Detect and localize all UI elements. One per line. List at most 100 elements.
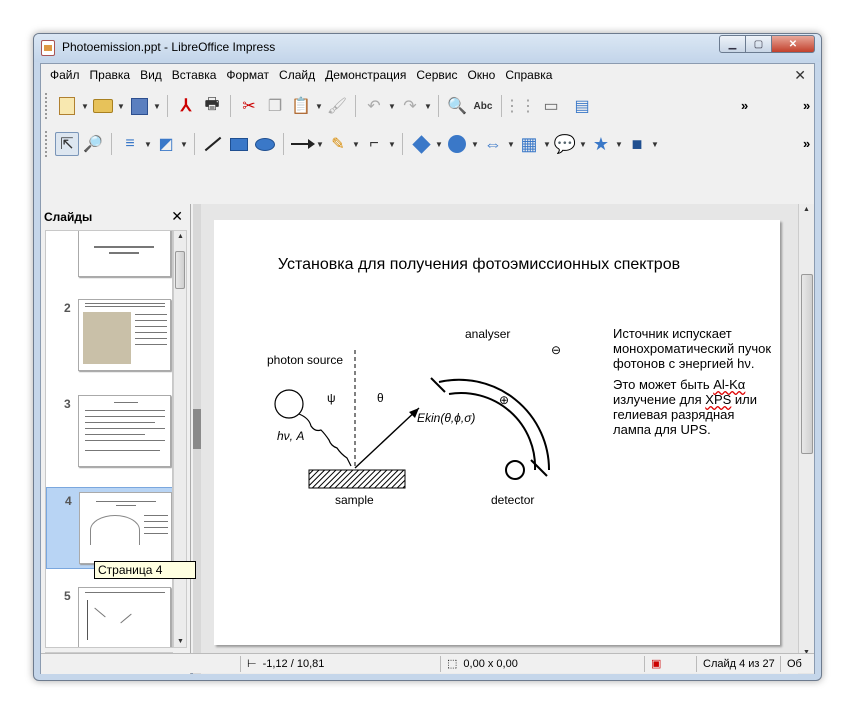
connector-button[interactable]: ⌐ — [362, 132, 386, 156]
scroll-thumb[interactable] — [175, 251, 185, 289]
undo-dropdown-icon[interactable]: ▼ — [387, 102, 397, 111]
close-document-icon[interactable]: ✕ — [794, 67, 806, 84]
slide-canvas[interactable]: Установка для получения фотоэмиссионных … — [214, 220, 780, 645]
slides-list[interactable]: 2 3 4 5 — [45, 230, 173, 648]
fill-color-dropdown-icon[interactable]: ▼ — [179, 140, 189, 149]
save-button[interactable] — [127, 94, 151, 118]
menu-window[interactable]: Окно — [462, 68, 500, 82]
line-color-button[interactable]: ≡ — [118, 132, 142, 156]
menu-format[interactable]: Формат — [221, 68, 274, 82]
display-views-button[interactable]: ▭ — [534, 94, 568, 118]
ellipse-button[interactable] — [253, 132, 277, 156]
symbol-shapes-dropdown-icon[interactable]: ▼ — [470, 140, 480, 149]
toolbar-grip[interactable] — [45, 93, 48, 119]
arrow-button[interactable] — [290, 132, 315, 156]
line-color-dropdown-icon[interactable]: ▼ — [143, 140, 153, 149]
slides-panel-close-icon[interactable]: ✕ — [171, 208, 183, 225]
open-dropdown-icon[interactable]: ▼ — [116, 102, 126, 111]
menu-help[interactable]: Справка — [500, 68, 557, 82]
maximize-button[interactable]: ▢ — [745, 35, 772, 53]
toolbar-grip[interactable] — [45, 131, 48, 157]
slide-button[interactable]: ▤ — [570, 94, 594, 118]
3d-objects-button[interactable]: ■ — [625, 132, 649, 156]
slide-title[interactable]: Установка для получения фотоэмиссионных … — [244, 254, 714, 276]
paste-dropdown-icon[interactable]: ▼ — [314, 102, 324, 111]
freeform-dropdown-icon[interactable]: ▼ — [351, 140, 361, 149]
slide-thumbnail-3[interactable]: 3 — [46, 391, 172, 475]
toolbar1-more-icon[interactable]: » — [741, 98, 748, 113]
flowchart-button[interactable]: ▦ — [517, 132, 541, 156]
slides-vertical-scrollbar[interactable]: ▲ ▼ — [173, 230, 187, 648]
minimize-icon: ▁ — [728, 38, 737, 50]
redo-button[interactable]: ↷ — [398, 94, 422, 118]
scroll-up-icon[interactable]: ▲ — [177, 233, 184, 240]
minus-electrode-label: ⊖ — [551, 343, 561, 357]
layout-name[interactable]: Об — [781, 656, 811, 672]
scroll-up-icon[interactable]: ▲ — [803, 206, 810, 213]
document-modified-status[interactable]: ▣ — [645, 655, 697, 672]
grid-button[interactable]: ⋮⋮ — [504, 94, 536, 118]
open-button[interactable] — [91, 94, 115, 118]
rectangle-button[interactable] — [227, 132, 251, 156]
paste-button[interactable]: 📋 — [289, 94, 313, 118]
slide-thumbnail-5[interactable]: 5 — [46, 583, 172, 647]
toolbar2-more-icon[interactable]: » — [803, 136, 810, 151]
menu-insert[interactable]: Вставка — [167, 68, 222, 82]
find-replace-button[interactable]: 🔍 — [445, 94, 469, 118]
arrow-dropdown-icon[interactable]: ▼ — [315, 140, 325, 149]
slide-text-box[interactable]: Источник испускает монохроматический пуч… — [613, 326, 773, 443]
redo-dropdown-icon[interactable]: ▼ — [423, 102, 433, 111]
basic-shapes-button[interactable] — [409, 132, 433, 156]
slide-thumbnail-1[interactable] — [46, 231, 172, 285]
block-arrows-button[interactable]: ⇔ — [481, 132, 505, 156]
new-button[interactable] — [55, 94, 79, 118]
menu-edit[interactable]: Правка — [85, 68, 136, 82]
collapse-panel-icon[interactable] — [193, 409, 201, 449]
clone-formatting-button[interactable]: 🖌 — [325, 94, 349, 118]
stars-button[interactable]: ★ — [589, 132, 613, 156]
ekin-label: Ekin(θ,ϕ,σ) — [417, 411, 475, 425]
basic-shapes-icon — [411, 134, 431, 154]
theta-label: θ — [377, 391, 384, 405]
impress-app-icon[interactable] — [41, 40, 55, 56]
slide-thumbnail-2[interactable]: 2 — [46, 295, 172, 379]
connector-dropdown-icon[interactable]: ▼ — [387, 140, 397, 149]
stars-dropdown-icon[interactable]: ▼ — [614, 140, 624, 149]
cut-button[interactable]: ✂ — [237, 94, 261, 118]
title-bar[interactable]: Photoemission.ppt - LibreOffice Impress … — [34, 34, 821, 62]
scroll-thumb[interactable] — [801, 274, 813, 454]
menu-slide[interactable]: Слайд — [274, 68, 320, 82]
export-pdf-button[interactable]: ⅄ — [174, 94, 198, 118]
callout-dropdown-icon[interactable]: ▼ — [578, 140, 588, 149]
line-button[interactable] — [201, 132, 225, 156]
freeform-button[interactable]: ✎ — [326, 132, 350, 156]
panel-splitter[interactable] — [193, 204, 201, 674]
editor-vertical-scrollbar[interactable]: ▲ ▼ — [798, 204, 814, 658]
menu-view[interactable]: Вид — [135, 68, 167, 82]
photoemission-diagram[interactable]: photon source ψ θ hν, A Ekin(θ,ϕ,σ) samp… — [259, 320, 579, 520]
print-button[interactable]: 🖶 — [200, 94, 224, 118]
fill-color-button[interactable]: ◩ — [154, 132, 178, 156]
basic-shapes-dropdown-icon[interactable]: ▼ — [434, 140, 444, 149]
toolbar1-end-more-icon[interactable]: » — [803, 98, 810, 113]
new-dropdown-icon[interactable]: ▼ — [80, 102, 90, 111]
separator — [501, 95, 502, 117]
scroll-down-icon[interactable]: ▼ — [177, 638, 184, 645]
undo-button[interactable]: ↶ — [362, 94, 386, 118]
minimize-button[interactable]: ▁ — [719, 35, 746, 53]
spellcheck-button[interactable]: Abc — [471, 94, 495, 118]
slide-thumbnail-4[interactable]: 4 — [46, 487, 172, 569]
zoom-button[interactable]: 🔎 — [81, 132, 105, 156]
menu-slideshow[interactable]: Демонстрация — [320, 68, 411, 82]
menu-file[interactable]: Файл — [45, 68, 85, 82]
close-button[interactable]: ✕ — [771, 35, 815, 53]
select-button[interactable]: ⇱ — [55, 132, 79, 156]
flowchart-dropdown-icon[interactable]: ▼ — [542, 140, 552, 149]
copy-button[interactable]: ❐ — [263, 94, 287, 118]
menu-tools[interactable]: Сервис — [411, 68, 462, 82]
3d-objects-dropdown-icon[interactable]: ▼ — [650, 140, 660, 149]
save-dropdown-icon[interactable]: ▼ — [152, 102, 162, 111]
block-arrows-dropdown-icon[interactable]: ▼ — [506, 140, 516, 149]
symbol-shapes-button[interactable] — [445, 132, 469, 156]
callout-button[interactable]: 💬 — [553, 132, 577, 156]
